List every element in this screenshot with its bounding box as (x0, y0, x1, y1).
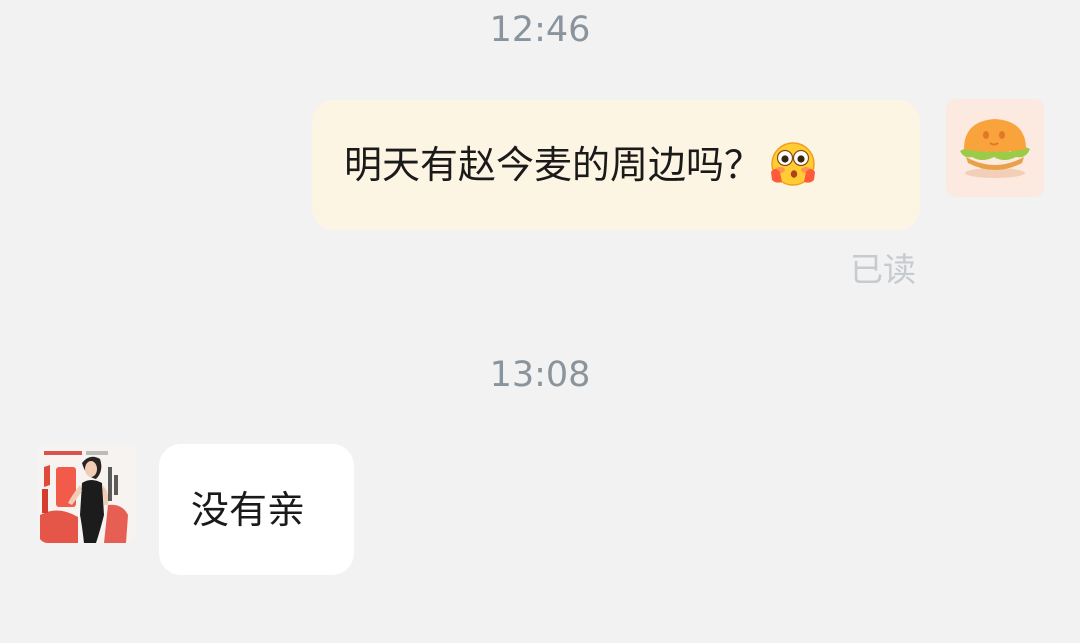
message-text: 明天有赵今麦的周边吗？ (344, 143, 763, 187)
burger-avatar-icon (946, 99, 1044, 197)
contact-avatar[interactable] (38, 445, 136, 543)
my-avatar[interactable] (946, 99, 1044, 197)
shop-promo-avatar-icon (38, 445, 136, 543)
flushed-face-emoji-icon (771, 142, 816, 186)
message-text: 没有亲 (191, 488, 306, 532)
timestamp: 13:08 (489, 355, 591, 395)
incoming-message-bubble[interactable]: 没有亲 (159, 444, 354, 575)
timestamp: 12:46 (489, 10, 591, 50)
read-status: 已读 (850, 250, 916, 289)
outgoing-message-bubble[interactable]: 明天有赵今麦的周边吗？ (312, 100, 920, 230)
